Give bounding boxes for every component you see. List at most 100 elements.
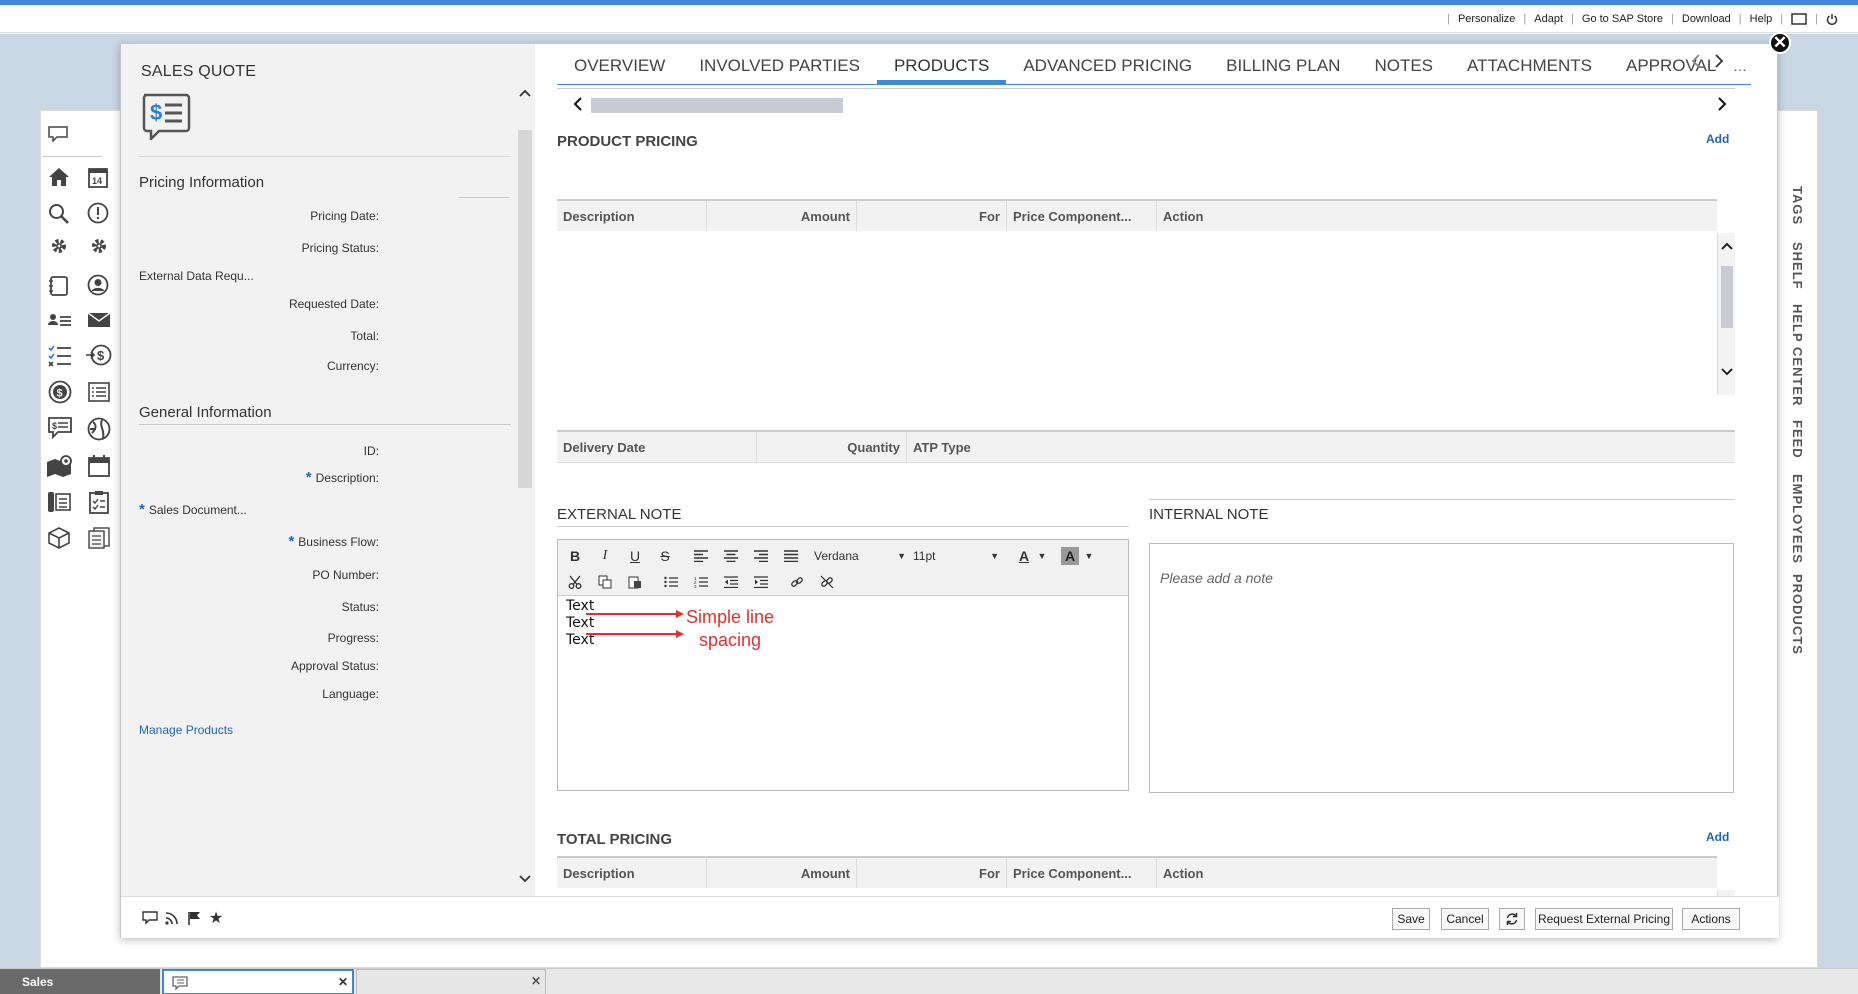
bold-icon[interactable]: B: [564, 545, 586, 567]
unlink-icon[interactable]: [816, 571, 838, 593]
side-feed[interactable]: FEED: [1790, 420, 1805, 459]
close-tab-icon[interactable]: ✕: [531, 974, 541, 988]
copy-icon[interactable]: [594, 571, 616, 593]
column-description[interactable]: Description: [557, 201, 707, 231]
personalize-link[interactable]: Personalize: [1458, 13, 1515, 25]
column-price-component[interactable]: Price Component...: [1007, 858, 1157, 888]
dropdown-arrow-icon[interactable]: ▼: [1078, 545, 1100, 567]
power-icon[interactable]: [1826, 13, 1838, 25]
column-delivery-date[interactable]: Delivery Date: [557, 432, 757, 462]
column-quantity[interactable]: Quantity: [757, 432, 907, 462]
column-description[interactable]: Description: [557, 858, 707, 888]
quote-message-icon[interactable]: $: [48, 417, 72, 439]
tab-products[interactable]: PRODUCTS: [876, 56, 1007, 84]
feed-icon[interactable]: [163, 909, 181, 927]
table-list-icon[interactable]: [88, 382, 110, 402]
tab-scroll-left-icon[interactable]: [1691, 54, 1701, 68]
column-for[interactable]: For: [857, 858, 1007, 888]
total-pricing-add-link[interactable]: Add: [1706, 830, 1729, 844]
tab-involved-parties[interactable]: INVOLVED PARTIES: [682, 56, 877, 84]
scroll-thumb[interactable]: [518, 130, 532, 488]
column-action[interactable]: Action: [1157, 201, 1717, 231]
scroll-left-icon[interactable]: [573, 97, 583, 111]
globe-icon[interactable]: [87, 417, 111, 441]
align-right-icon[interactable]: [750, 545, 772, 567]
chat-icon[interactable]: [48, 126, 68, 142]
column-price-component[interactable]: Price Component...: [1007, 201, 1157, 231]
chevron-up-icon[interactable]: [519, 88, 531, 98]
scroll-thumb[interactable]: [1721, 266, 1733, 328]
dropdown-arrow-icon[interactable]: ▼: [1031, 545, 1053, 567]
mail-icon[interactable]: [87, 311, 111, 329]
product-box-icon[interactable]: [48, 527, 70, 549]
italic-icon[interactable]: I: [594, 545, 616, 567]
chevron-up-icon[interactable]: [1721, 241, 1733, 251]
search-icon[interactable]: [48, 203, 70, 225]
align-center-icon[interactable]: [720, 545, 742, 567]
chevron-down-icon[interactable]: [1721, 367, 1733, 377]
refresh-icon[interactable]: [1499, 908, 1525, 930]
phone-list-icon[interactable]: [47, 491, 71, 513]
column-amount[interactable]: Amount: [707, 858, 857, 888]
currency-icon[interactable]: $: [48, 380, 72, 404]
calendar-icon[interactable]: 14: [88, 166, 108, 188]
gear-icon[interactable]: [90, 237, 108, 255]
side-products[interactable]: PRODUCTS: [1790, 574, 1805, 655]
product-pricing-add-link[interactable]: Add: [1706, 132, 1729, 146]
appointment-icon[interactable]: [88, 455, 110, 477]
open-task-tab[interactable]: ✕: [162, 969, 354, 994]
star-icon[interactable]: ★: [207, 909, 225, 927]
strikethrough-icon[interactable]: S: [654, 545, 676, 567]
numbered-list-icon[interactable]: 123: [690, 571, 712, 593]
font-size-dropdown[interactable]: 11pt ▼: [913, 545, 999, 567]
align-left-icon[interactable]: [690, 545, 712, 567]
download-link[interactable]: Download: [1682, 13, 1731, 25]
bullet-list-icon[interactable]: [660, 571, 682, 593]
chevron-down-icon[interactable]: [519, 874, 531, 884]
side-employees[interactable]: EMPLOYEES: [1790, 474, 1805, 564]
horizontal-scroll-thumb[interactable]: [591, 98, 843, 113]
internal-note-input[interactable]: Please add a note: [1149, 543, 1734, 793]
flag-icon[interactable]: [185, 909, 203, 927]
side-tags[interactable]: TAGS: [1790, 186, 1805, 225]
alert-icon[interactable]: [87, 202, 109, 224]
contacts-list-icon[interactable]: [48, 311, 72, 329]
request-external-pricing-button[interactable]: Request External Pricing: [1535, 908, 1673, 930]
actions-button[interactable]: Actions: [1682, 908, 1740, 930]
notebook-icon[interactable]: [48, 275, 70, 297]
column-for[interactable]: For: [857, 201, 1007, 231]
product-pricing-scrollbar[interactable]: [1717, 233, 1735, 395]
map-location-icon[interactable]: [46, 454, 74, 478]
save-button[interactable]: Save: [1392, 908, 1430, 930]
sap-store-link[interactable]: Go to SAP Store: [1582, 13, 1663, 25]
tab-advanced-pricing[interactable]: ADVANCED PRICING: [1006, 56, 1209, 84]
sales-workcenter-tab[interactable]: Sales: [0, 969, 160, 994]
cut-icon[interactable]: [564, 571, 586, 593]
settings-icon[interactable]: [50, 237, 68, 255]
outdent-icon[interactable]: [720, 571, 742, 593]
close-icon[interactable]: ✕: [1769, 32, 1791, 54]
manage-products-link[interactable]: Manage Products: [139, 723, 233, 737]
close-tab-icon[interactable]: ✕: [338, 975, 348, 989]
window-icon[interactable]: [1791, 13, 1807, 25]
tab-overview[interactable]: OVERVIEW: [557, 56, 682, 84]
tab-billing-plan[interactable]: BILLING PLAN: [1209, 56, 1357, 84]
adapt-link[interactable]: Adapt: [1534, 13, 1563, 25]
indent-icon[interactable]: [750, 571, 772, 593]
account-icon[interactable]: [87, 274, 109, 296]
more-icon[interactable]: …: [1733, 58, 1748, 74]
left-scrollbar[interactable]: [518, 84, 532, 896]
tab-attachments[interactable]: ATTACHMENTS: [1450, 56, 1609, 84]
justify-icon[interactable]: [780, 545, 802, 567]
checklist-icon[interactable]: [48, 344, 72, 368]
link-icon[interactable]: [786, 571, 808, 593]
scroll-right-icon[interactable]: [1717, 97, 1727, 111]
chat-icon[interactable]: [141, 909, 159, 927]
underline-icon[interactable]: U: [624, 545, 646, 567]
help-link[interactable]: Help: [1750, 13, 1773, 25]
highlight-color-icon[interactable]: A: [1061, 547, 1079, 565]
tab-scroll-right-icon[interactable]: [1714, 54, 1724, 68]
cancel-button[interactable]: Cancel: [1441, 908, 1489, 930]
transfer-money-icon[interactable]: $: [86, 343, 112, 367]
side-help-center[interactable]: HELP CENTER: [1790, 304, 1805, 407]
